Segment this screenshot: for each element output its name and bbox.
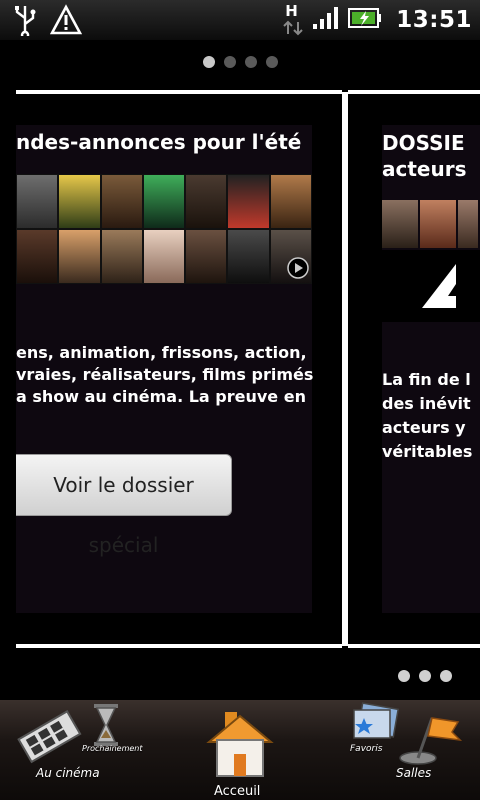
poster-thumb	[58, 229, 101, 284]
clock: 13:51	[396, 7, 472, 33]
battery-charging-icon	[348, 7, 382, 33]
location-flag-icon	[399, 717, 463, 765]
tab-accueil[interactable]: Acceuil	[198, 708, 282, 800]
poster-thumb	[142, 229, 186, 284]
title-line: acteurs	[382, 157, 467, 181]
news-card[interactable]: DOSSIE acteurs La fin de l des inévit ac…	[348, 88, 480, 650]
film-reel-icon	[17, 710, 82, 764]
page-dot	[398, 670, 410, 682]
description-line: véritables	[382, 442, 473, 461]
page-indicator-top	[0, 56, 480, 68]
description-line: vraies, réalisateurs, films primés	[16, 365, 314, 384]
tab-label: Au cinéma	[36, 766, 100, 780]
poster-thumb	[100, 229, 143, 284]
poster-mosaic[interactable]	[16, 174, 312, 284]
play-icon	[287, 257, 309, 279]
card-border-top	[348, 90, 480, 94]
card-description: ens, animation, frissons, action, vraies…	[16, 342, 316, 408]
card-description: La fin de l des inévit acteurs y véritab…	[382, 368, 472, 464]
poster-thumb	[16, 229, 59, 284]
card-border-bottom	[348, 644, 480, 648]
page-dot	[223, 56, 236, 68]
view-special-report-button[interactable]: Voir le dossier spécial	[16, 454, 232, 557]
actor-photo	[382, 200, 418, 248]
tab-label: Salles	[396, 766, 432, 780]
tab-label: Favoris	[350, 744, 383, 754]
card-title: DOSSIE acteurs	[382, 130, 466, 182]
page-dot	[265, 56, 278, 68]
usb-icon	[12, 4, 38, 40]
poster-thumb	[185, 229, 228, 284]
poster-thumb	[269, 229, 312, 284]
poster-thumb	[227, 174, 270, 229]
description-line: a show au cinéma. La preuve en	[16, 387, 306, 406]
description-line: La fin de l	[382, 370, 471, 389]
page-dot	[244, 56, 257, 68]
warning-icon	[49, 4, 83, 40]
page-dot	[202, 56, 215, 68]
news-pager[interactable]: ndes-annonces pour l'été ens, animation,…	[0, 88, 480, 650]
card-border-bottom	[16, 644, 342, 648]
actor-photo	[420, 200, 456, 248]
signal-icon	[312, 6, 340, 34]
poster-thumb	[185, 174, 228, 229]
card-border-top	[16, 90, 342, 94]
page-dot	[440, 670, 452, 682]
poster-thumb	[269, 174, 312, 229]
poster-thumb	[100, 174, 143, 229]
title-line: DOSSIE	[382, 131, 465, 155]
page-indicator-bottom	[398, 670, 452, 682]
dossier-logo	[382, 250, 480, 322]
actor-photos	[382, 200, 478, 248]
network-type-label: H	[285, 2, 298, 20]
poster-thumb	[227, 229, 270, 284]
hourglass-icon	[94, 704, 118, 746]
description-line: des inévit	[382, 394, 471, 413]
tab-label: Acceuil	[214, 784, 261, 799]
tab-label: Prochainement	[82, 744, 143, 753]
bottom-tab-bar: Au cinéma Prochainement Acceuil Favoris	[0, 700, 480, 800]
news-card[interactable]: ndes-annonces pour l'été ens, animation,…	[16, 88, 342, 650]
home-icon	[206, 712, 274, 777]
page-dot	[419, 670, 431, 682]
poster-thumb	[142, 174, 186, 229]
description-line: ens, animation, frissons, action,	[16, 343, 307, 362]
status-bar: H 13:51	[0, 0, 480, 40]
card-title: ndes-annonces pour l'été	[16, 130, 302, 154]
description-line: acteurs y	[382, 418, 466, 437]
data-transfer-icon: H	[282, 2, 304, 37]
poster-thumb	[16, 174, 59, 229]
poster-thumb	[58, 174, 101, 229]
actor-photo	[458, 200, 478, 248]
